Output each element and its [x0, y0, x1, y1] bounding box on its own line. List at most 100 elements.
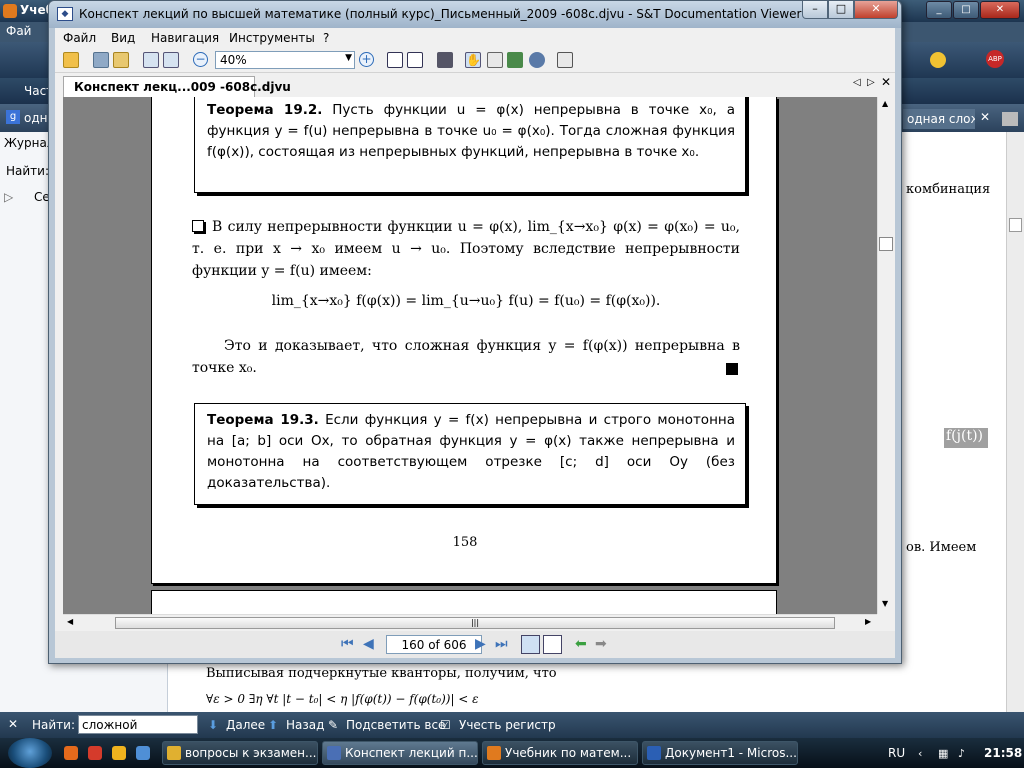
language-indicator[interactable]: RU	[888, 746, 905, 760]
taskbar-label: Конспект лекций п...	[345, 746, 478, 760]
find-prev-button[interactable]: Назад	[286, 718, 324, 732]
scroll-thumb[interactable]	[1009, 218, 1022, 232]
bg-text-bottom-formula: ∀ε > 0 ∃η ∀t |t − t₀| < η |f(φ(t)) − f(φ…	[206, 692, 479, 706]
maximize-button[interactable]: □	[953, 1, 979, 19]
arrow-up-icon[interactable]: ⬆	[268, 718, 278, 732]
smiley-icon[interactable]	[930, 52, 946, 68]
vertical-scrollbar[interactable]: ▲ ▼	[877, 97, 894, 614]
panel-find-label: Найти:	[6, 164, 50, 178]
tab-next-icon[interactable]: ▷	[867, 77, 875, 88]
clock[interactable]: 21:58	[984, 746, 1022, 760]
page-number: 158	[452, 535, 478, 550]
horizontal-scroll-thumb[interactable]: |||	[115, 617, 835, 629]
zoom-in-icon[interactable]: +	[359, 52, 374, 67]
minimize-button[interactable]: _	[926, 1, 952, 19]
fit-width-icon[interactable]	[407, 52, 423, 68]
copy-icon[interactable]	[143, 52, 159, 68]
next-page	[151, 590, 777, 614]
last-page-icon[interactable]: ⏭	[495, 637, 508, 651]
taskbar: вопросы к экзамен... Конспект лекций п..…	[0, 738, 1024, 768]
menu-view[interactable]: Вид	[111, 31, 135, 45]
windows-icon[interactable]	[557, 52, 573, 68]
desktop-icon[interactable]	[136, 746, 150, 760]
taskbar-item-0[interactable]: вопросы к экзамен...	[162, 741, 318, 765]
theorem-19-3: Теорема 19.3. Если функция y = f(x) непр…	[194, 403, 746, 505]
tray-arrow-icon[interactable]: ‹	[918, 747, 930, 760]
scroll-left-icon[interactable]: ◀	[67, 617, 73, 626]
proof-start-icon	[192, 220, 204, 232]
find-bar: ✕ Найти: ⬇ Далее ⬆ Назад ✎ Подсветить вс…	[0, 712, 1024, 738]
tab-close-icon[interactable]: ✕	[980, 110, 990, 124]
prev-page-icon[interactable]: ◀	[363, 637, 374, 651]
theorem-19-2: Теорема 19.2. Пусть функции u = φ(x) неп…	[194, 97, 746, 193]
journal-label: Журнал	[4, 136, 55, 150]
find-binoculars-icon[interactable]	[437, 52, 453, 68]
next-page-icon[interactable]: ▶	[475, 637, 486, 651]
scroll-up-icon[interactable]: ▲	[882, 99, 888, 108]
back-arrow-icon[interactable]: ⬅	[575, 637, 587, 651]
find-next-button[interactable]: Далее	[226, 718, 265, 732]
viewer-close-button[interactable]: ✕	[854, 1, 898, 19]
document-page: Теорема 19.2. Пусть функции u = φ(x) неп…	[151, 97, 777, 584]
scroll-right-icon[interactable]: ▶	[865, 617, 871, 626]
scroll-down-icon[interactable]: ▼	[882, 599, 888, 608]
taskbar-item-2[interactable]: Учебник по матем...	[482, 741, 638, 765]
edit-icon[interactable]	[113, 52, 129, 68]
tab-prev-icon[interactable]: ◁	[853, 77, 861, 88]
taskbar-label: вопросы к экзамен...	[185, 746, 317, 760]
image-icon[interactable]	[93, 52, 109, 68]
highlighter-icon[interactable]: ✎	[328, 718, 338, 732]
bg-text-combination: комбинация	[906, 182, 991, 197]
media-icon[interactable]	[112, 746, 126, 760]
opera-icon[interactable]	[88, 746, 102, 760]
fit-page-icon[interactable]	[387, 52, 403, 68]
theorem-heading: Теорема 19.3.	[207, 412, 319, 428]
hand-tool-icon[interactable]: ✋	[465, 52, 481, 68]
document-tab[interactable]: Конспект лекц...009 -608c.djvu	[63, 76, 291, 97]
tree-expand-icon[interactable]: ▷	[4, 190, 13, 204]
volume-icon[interactable]: ♪	[958, 747, 970, 760]
google-icon: g	[6, 110, 20, 124]
taskbar-item-3[interactable]: Документ1 - Micros...	[642, 741, 798, 765]
paste-icon[interactable]	[163, 52, 179, 68]
checkbox-icon[interactable]: ☑	[440, 718, 451, 732]
find-input[interactable]	[78, 715, 198, 734]
horizontal-scrollbar[interactable]: ◀ ||| ▶	[63, 614, 877, 631]
page-indicator[interactable]: 160 of 606	[386, 635, 482, 654]
tab-close-icon[interactable]: ✕	[881, 75, 891, 89]
taskbar-item-1[interactable]: Конспект лекций п...	[322, 741, 478, 765]
match-case-label[interactable]: Учесть регистр	[459, 718, 556, 732]
proof-formula: lim_{x→x₀} f(φ(x)) = lim_{u→u₀} f(u) = f…	[271, 293, 661, 309]
globe-icon[interactable]	[529, 52, 545, 68]
start-button[interactable]	[8, 738, 52, 768]
highlight-all-button[interactable]: Подсветить все	[346, 718, 445, 732]
menu-help[interactable]: ?	[323, 31, 329, 45]
open-folder-icon[interactable]	[63, 52, 79, 68]
viewer-titlebar[interactable]: ◆ Конспект лекций по высшей математике (…	[49, 1, 901, 28]
vertical-scroll-thumb[interactable]	[879, 237, 893, 251]
grid-view-icon[interactable]	[543, 635, 562, 654]
document-view[interactable]: Теорема 19.2. Пусть функции u = φ(x) неп…	[63, 97, 885, 614]
find-close-icon[interactable]: ✕	[8, 717, 18, 731]
arrow-down-icon[interactable]: ⬇	[208, 718, 218, 732]
menu-file[interactable]: Файл	[63, 31, 96, 45]
zoom-out-icon[interactable]: −	[193, 52, 208, 67]
background-scrollbar[interactable]	[1006, 132, 1024, 712]
background-tab-right[interactable]: одная сложн...	[903, 109, 975, 129]
zoom-select[interactable]: 40% ▼	[215, 51, 355, 69]
menu-tools[interactable]: Инструменты	[229, 31, 315, 45]
single-page-view-icon[interactable]	[521, 635, 540, 654]
viewer-maximize-button[interactable]: □	[828, 1, 854, 19]
network-icon[interactable]: ▦	[938, 747, 950, 760]
image-select-icon[interactable]	[507, 52, 523, 68]
menu-navigation[interactable]: Навигация	[151, 31, 219, 45]
firefox-icon[interactable]	[64, 746, 78, 760]
new-tab-button[interactable]	[1002, 112, 1018, 126]
close-button[interactable]: ✕	[980, 1, 1020, 19]
select-icon[interactable]	[487, 52, 503, 68]
viewer-minimize-button[interactable]: –	[802, 1, 828, 19]
menu-file-fragment[interactable]: Фай	[6, 24, 31, 38]
forward-arrow-icon[interactable]: ➡	[595, 637, 607, 651]
adblock-icon[interactable]: ABP	[986, 50, 1004, 68]
first-page-icon[interactable]: ⏮	[341, 637, 354, 651]
